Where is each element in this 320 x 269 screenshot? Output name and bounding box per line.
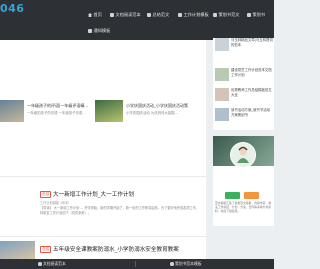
sidebar-thumbnail: [215, 108, 229, 121]
divider: [0, 236, 206, 237]
subscribe-button[interactable]: [244, 192, 259, 199]
featured-desc: 小学庆国庆活动 为庆祝伟大祖国...: [126, 111, 178, 115]
sidebar-thumbnail: [215, 38, 229, 51]
bottom-link-label: 文档阅读范本: [43, 261, 66, 266]
home-icon: [88, 13, 92, 17]
featured-card[interactable]: 一年级孩子的评语|一年级评语精... 一年级的孩子的评语 一年级孩子评语...: [0, 97, 100, 133]
avatar-image: [231, 143, 255, 167]
nav-item-label: 策划书: [252, 12, 266, 17]
sidebar-item[interactable]: 马玉林精品文章|马玉林提供的范本: [215, 38, 274, 58]
post-title[interactable]: 五年级安全课教案防溺水_小学防溺水安全教育教案: [53, 245, 179, 253]
featured-thumbnail: [95, 100, 123, 122]
sidebar-item[interactable]: 读书活动方案_读书节活动方案策划书: [215, 108, 274, 128]
cloud-icon: [247, 13, 251, 17]
nav-item-label: 总结范文: [152, 12, 170, 17]
post-tag[interactable]: 总结: [40, 246, 52, 253]
bottom-link-proposals[interactable]: 策划书范本模板: [170, 260, 202, 268]
site-logo[interactable]: 046: [0, 2, 24, 15]
sidebar-item-title: 建设党员工作计划范本文档工作计划: [231, 68, 272, 77]
divider: [0, 176, 206, 177]
bottom-bar: 文档阅读范本 策划书范本模板: [0, 259, 274, 269]
featured-thumbnail: [0, 100, 24, 122]
profile-card: 范文模板汇集了各类范文模板，内容丰富，涵盖工作总结、计划、方案、合同等多种文书资…: [213, 136, 274, 226]
nav-item-home[interactable]: 首页: [88, 11, 102, 19]
sidebar-item-title: 马玉林精品文章|马玉林提供的范本: [231, 38, 273, 47]
nav-item-label: 首页: [93, 12, 102, 17]
avatar[interactable]: [230, 142, 256, 168]
post-tag[interactable]: 总结: [40, 191, 52, 198]
post-excerpt: 【导读】 大一新增工作计划 ... 开学伊始，新的学期开始了，新一轮的工作即将启…: [40, 206, 200, 215]
post-item[interactable]: 总结 大一新增工作计划_大一工作计划 工作计划模板 2年前 【导读】 大一新增工…: [0, 180, 206, 235]
featured-title: 一年级孩子的评语|一年级评语精...: [27, 103, 89, 108]
cloud-icon: [178, 13, 182, 17]
bottom-link-label: 策划书范本模板: [175, 261, 202, 266]
sidebar-item-title: 读书活动方案_读书节活动方案策划书: [231, 108, 270, 117]
cloud-icon: [213, 13, 217, 17]
bottom-separator: [135, 261, 136, 267]
sidebar-list: 马玉林精品文章|马玉林提供的范本 建设党员工作计划范本文档工作计划 优秀教师工作…: [213, 38, 274, 130]
top-navigation: 046 首页 文档阅读范本 总结范文 工作计划模板 策划书范文 策划书 通知模板: [0, 0, 274, 40]
post-title[interactable]: 大一新增工作计划_大一工作计划: [53, 190, 134, 198]
document-icon: [38, 262, 42, 266]
featured-title: 小学庆国庆活动_小学庆国庆活动策: [126, 103, 188, 108]
sidebar-thumbnail: [215, 68, 229, 81]
nav-item-label: 通知模板: [93, 28, 111, 33]
nav-item-documents[interactable]: 文档阅读范本: [110, 11, 141, 19]
document-icon: [170, 262, 174, 266]
sidebar-item[interactable]: 建设党员工作计划范本文档工作计划: [215, 68, 274, 88]
nav-item-notices[interactable]: 通知模板: [88, 27, 110, 35]
nav-item-label: 工作计划模板: [183, 12, 209, 17]
cloud-icon: [88, 29, 92, 33]
profile-description: 范文模板汇集了各类范文模板，内容丰富，涵盖工作总结、计划、方案、合同等多种文书资…: [215, 201, 271, 213]
bottom-link-documents[interactable]: 文档阅读范本: [38, 260, 66, 268]
post-thumbnail: [0, 241, 35, 259]
sidebar-thumbnail: [215, 88, 229, 101]
featured-desc: 一年级的孩子的评语 一年级孩子评语...: [27, 111, 86, 115]
sidebar-item-title: 优秀教师工作总结模板范文大全: [231, 88, 272, 97]
nav-item-plans[interactable]: 策划书: [247, 11, 265, 19]
post-item[interactable]: 总结 五年级安全课教案防溺水_小学防溺水安全教育教案: [0, 238, 206, 259]
nav-item-proposals[interactable]: 策划书范文: [213, 11, 239, 19]
nav-item-label: 文档阅读范本: [115, 12, 141, 17]
nav-item-summaries[interactable]: 总结范文: [147, 11, 169, 19]
nav-item-label: 策划书范文: [218, 12, 240, 17]
sidebar-item[interactable]: 优秀教师工作总结模板范文大全: [215, 88, 274, 108]
cloud-icon: [147, 13, 151, 17]
featured-card[interactable]: 小学庆国庆活动_小学庆国庆活动策 小学庆国庆活动 为庆祝伟大祖国...: [95, 97, 206, 133]
post-meta: 工作计划模板 2年前: [40, 201, 69, 205]
cloud-icon: [110, 13, 114, 17]
wechat-button[interactable]: [225, 192, 240, 199]
nav-item-work-plans[interactable]: 工作计划模板: [178, 11, 209, 19]
